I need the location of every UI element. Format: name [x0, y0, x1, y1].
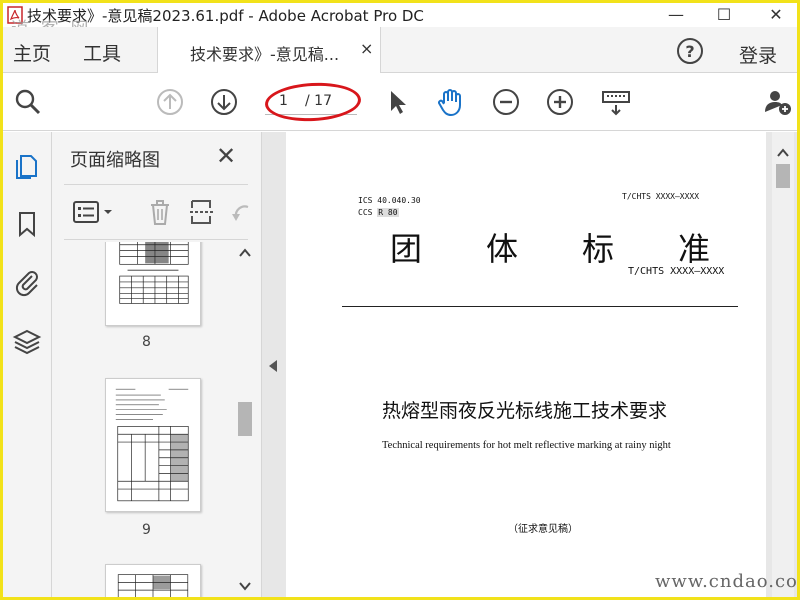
search-icon[interactable] [13, 87, 43, 117]
hand-tool-icon[interactable] [435, 87, 465, 117]
thumbnail-page-9[interactable] [105, 378, 201, 512]
thumbnail-list: 8 9 [52, 242, 234, 597]
left-nav-pane [3, 132, 52, 597]
page-thumbnails-icon[interactable] [11, 150, 43, 182]
zoom-out-icon[interactable] [491, 87, 521, 117]
tab-home[interactable]: 主页 [13, 39, 51, 66]
tab-bar: 主页 工具 技术要求》-意见稿... × ? 登录 [3, 27, 797, 73]
zoom-in-icon[interactable] [545, 87, 575, 117]
close-window-button[interactable]: ✕ [755, 3, 797, 25]
thumbnail-page-label: 9 [142, 522, 151, 538]
ccs-value: R 80 [377, 208, 399, 217]
document-viewer[interactable]: ICS 40.040.30 CCS R 80 T/CHTS XXXX—XXXX … [262, 132, 797, 597]
collapse-panel-arrow-icon[interactable] [269, 360, 277, 372]
extract-page-icon[interactable] [188, 197, 216, 227]
document-tab-label: 技术要求》-意见稿... [190, 45, 340, 64]
standard-heading: 团 体 标 准 [390, 230, 711, 268]
standard-code-top: T/CHTS XXXX—XXXX [622, 192, 700, 201]
attachment-icon[interactable] [11, 266, 43, 298]
draft-note: （征求意见稿） [508, 524, 578, 535]
watermark-bottom: www.cndao.com [655, 571, 797, 592]
prev-page-icon[interactable] [155, 87, 185, 117]
bookmark-icon[interactable] [11, 208, 43, 240]
document-scrollbar[interactable] [772, 132, 794, 597]
header-rule [342, 306, 738, 307]
document-tab-close-button[interactable]: × [360, 39, 373, 58]
minimize-button[interactable]: — [655, 3, 697, 25]
thumbnail-page-10[interactable] [105, 564, 201, 597]
standard-code: T/CHTS XXXX—XXXX [628, 266, 725, 277]
thumbnail-panel: 页面缩略图 ✕ 8 9 [52, 132, 262, 597]
next-page-icon[interactable] [209, 87, 239, 117]
app-window: 技术要求》-意见稿2023.61.pdf - Adobe Acrobat Pro… [3, 3, 797, 597]
thumbnail-page-label: 8 [142, 334, 151, 350]
pdf-page: ICS 40.040.30 CCS R 80 T/CHTS XXXX—XXXX … [286, 132, 766, 597]
thumbnail-panel-close-button[interactable]: ✕ [216, 142, 236, 170]
select-cursor-icon[interactable] [383, 87, 413, 117]
layers-icon[interactable] [11, 326, 43, 358]
thumbnail-toolbar [64, 184, 249, 240]
document-title-en: Technical requirements for hot melt refl… [382, 440, 671, 451]
ccs-code: CCS R 80 [358, 208, 399, 217]
maximize-button[interactable]: ☐ [703, 3, 745, 25]
delete-page-icon[interactable] [146, 197, 174, 227]
keyboard-icon[interactable] [601, 87, 631, 117]
thumbnail-scrollbar[interactable] [234, 242, 256, 597]
thumbnail-panel-title: 页面缩略图 [70, 150, 160, 171]
title-bar: 技术要求》-意见稿2023.61.pdf - Adobe Acrobat Pro… [3, 3, 797, 40]
ics-code: ICS 40.040.30 [358, 196, 421, 205]
tab-document[interactable]: 技术要求》-意见稿... × [157, 27, 381, 73]
rotate-page-icon[interactable] [230, 197, 252, 227]
help-button[interactable]: ? [677, 38, 703, 64]
share-user-icon[interactable] [763, 87, 793, 117]
document-title-cn: 热熔型雨夜反光标线施工技术要求 [382, 400, 668, 422]
toolbar: 1 / 17 [3, 73, 797, 131]
ccs-label: CCS [358, 208, 373, 217]
tab-tools[interactable]: 工具 [83, 39, 121, 66]
login-button[interactable]: 登录 [739, 41, 777, 68]
thumbnail-options-icon[interactable] [72, 199, 116, 225]
thumbnail-page-8[interactable] [105, 242, 201, 326]
